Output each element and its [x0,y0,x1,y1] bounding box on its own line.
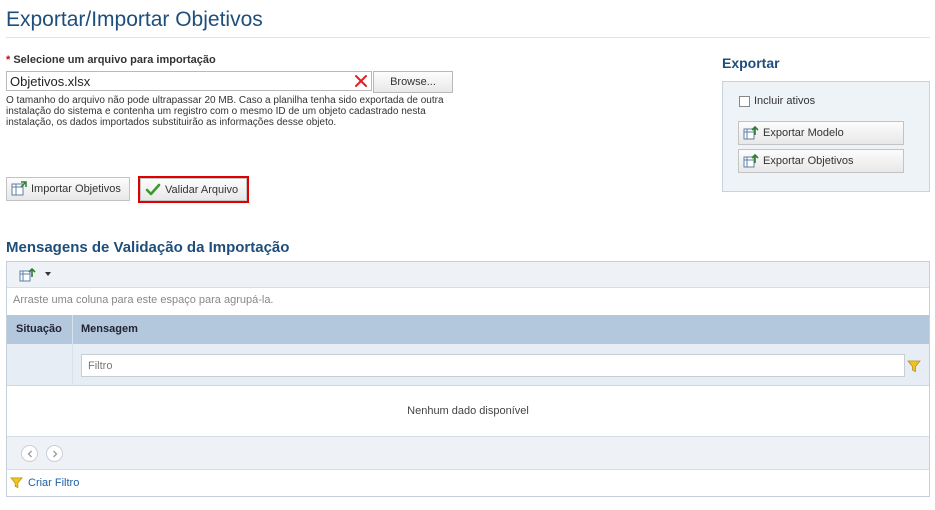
export-template-button[interactable]: Exportar Modelo [738,121,904,145]
file-label-text: Selecione um arquivo para importação [13,54,216,66]
validation-section-title: Mensagens de Validação da Importação [6,239,290,256]
clear-file-icon[interactable] [353,73,369,89]
export-icon [743,125,759,140]
export-title: Exportar [722,55,780,71]
chevron-left-icon [27,450,32,457]
required-marker: * [6,54,11,66]
empty-data-message: Nenhum dado disponível [407,405,529,417]
checkmark-icon [145,183,161,195]
file-label: * Selecione um arquivo para importação [6,54,216,66]
pager-next-button[interactable] [46,445,63,462]
file-input[interactable]: Objetivos.xlsx [6,71,372,91]
export-template-label: Exportar Modelo [763,127,844,139]
grid-export-icon[interactable] [19,267,36,283]
browse-button[interactable]: Browse... [373,71,453,93]
column-header-mensagem[interactable]: Mensagem [81,323,138,335]
chevron-down-icon[interactable] [45,272,51,276]
validate-file-label: Validar Arquivo [165,183,239,196]
page-title: Exportar/Importar Objetivos [6,8,263,31]
include-active-label: Incluir ativos [754,95,816,107]
export-objectives-label: Exportar Objetivos [763,155,854,167]
title-divider [6,37,930,38]
column-header-situacao[interactable]: Situação [16,323,62,335]
grid-header-row [7,315,929,344]
include-active-checkbox[interactable] [739,95,750,107]
pager-prev-button[interactable] [21,445,38,462]
export-objectives-button[interactable]: Exportar Objetivos [738,149,904,173]
chevron-right-icon [52,450,57,457]
include-active-row[interactable]: Incluir ativos [739,95,815,107]
file-input-value: Objetivos.xlsx [10,74,91,89]
filter-input[interactable]: Filtro [81,354,905,377]
import-objectives-label: Importar Objetivos [31,183,121,195]
filter-icon [10,477,23,489]
file-size-note: O tamanho do arquivo não pode ultrapassa… [6,95,444,128]
group-panel-hint: Arraste uma coluna para este espaço para… [13,294,274,306]
export-icon [743,153,759,168]
column-separator [72,315,73,386]
grid-pager [7,436,929,470]
grid-toolbar [7,262,929,288]
create-filter-link[interactable]: Criar Filtro [10,476,79,489]
validate-file-button[interactable]: Validar Arquivo [138,176,249,203]
filter-icon[interactable] [907,359,921,373]
create-filter-label: Criar Filtro [28,476,80,489]
import-icon [11,181,27,196]
import-objectives-button[interactable]: Importar Objetivos [6,177,130,201]
